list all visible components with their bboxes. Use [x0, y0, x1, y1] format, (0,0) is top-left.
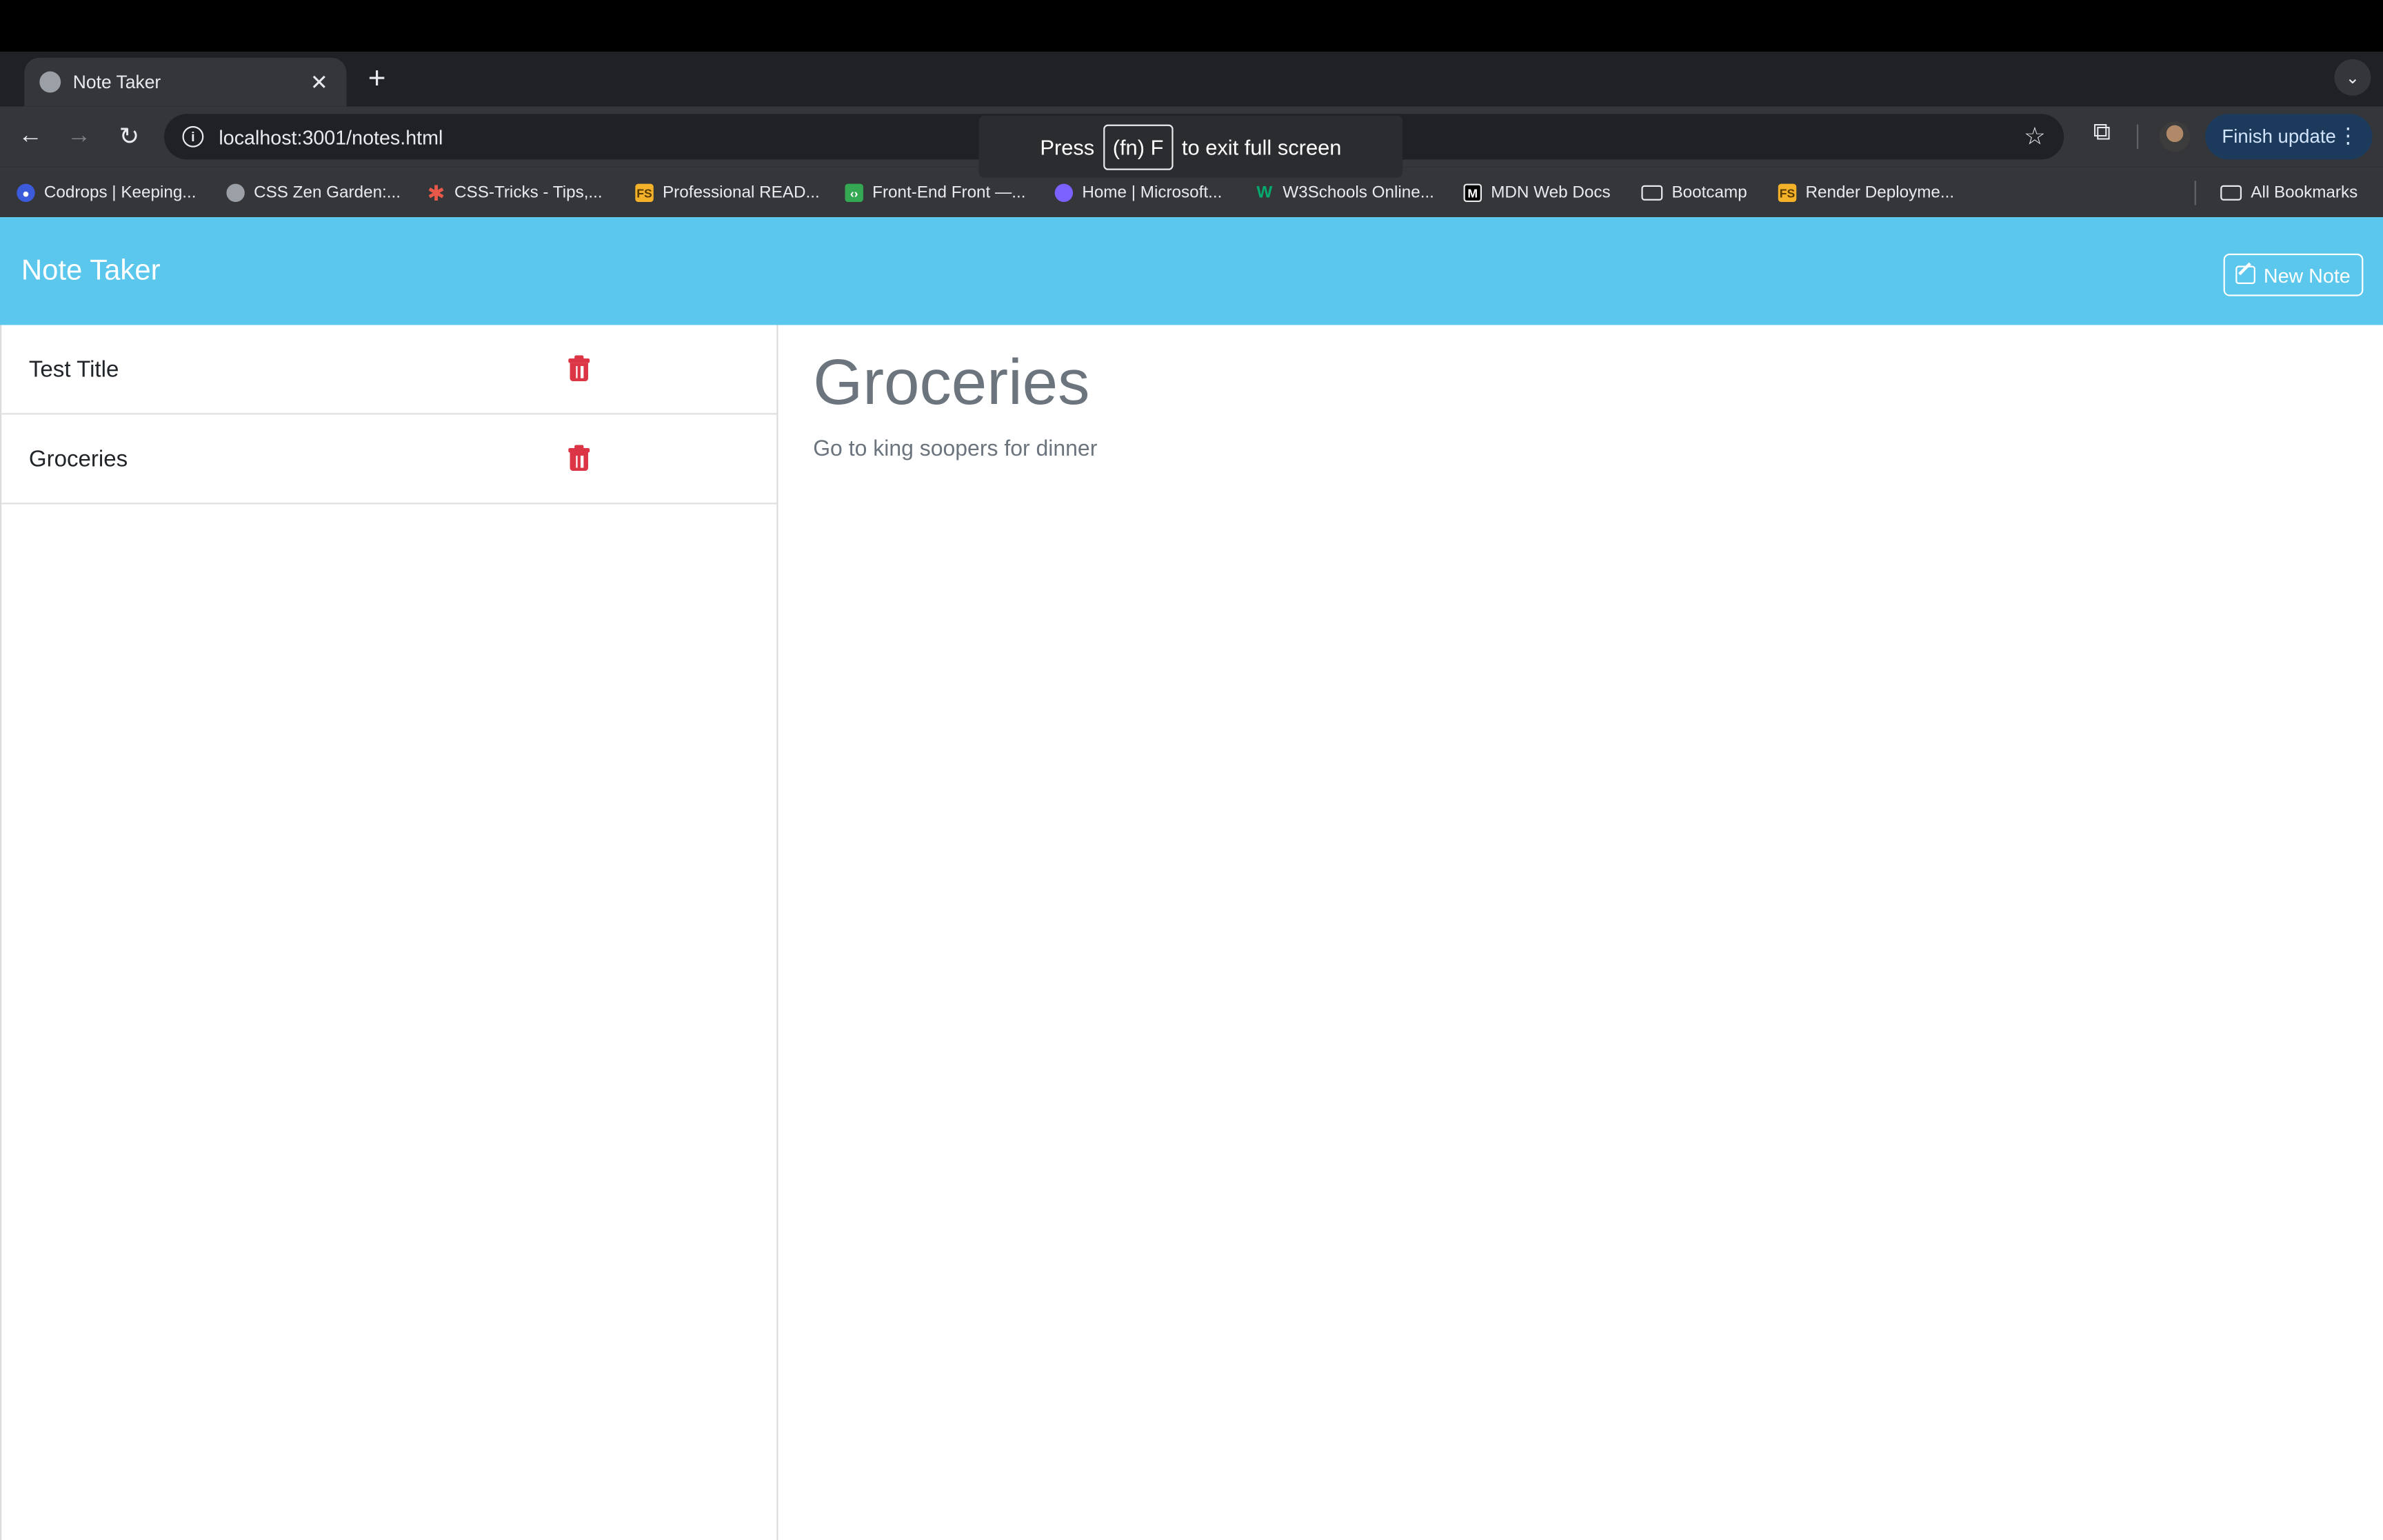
close-icon[interactable]: ✕	[307, 69, 331, 94]
bookmark-label: Codrops | Keeping...	[43, 183, 197, 203]
bookmark-label: CSS-Tricks - Tips,...	[454, 183, 603, 203]
fs-icon: FS	[635, 183, 654, 203]
bookmark-label: MDN Web Docs	[1491, 183, 1611, 203]
note-title-item: Test Title	[28, 356, 119, 383]
bookmark-label: CSS Zen Garden:...	[254, 183, 401, 203]
folder-icon	[1641, 185, 1663, 201]
tab-title: Note Taker	[72, 71, 161, 93]
toolbar-divider	[2136, 124, 2139, 149]
extensions-icon[interactable]: ⧉	[2085, 120, 2118, 148]
bookmark-label: Front-End Front —...	[872, 183, 1026, 203]
folder-icon	[2220, 185, 2242, 201]
asterisk-icon: ✱	[427, 180, 445, 205]
new-note-label: New Note	[2263, 263, 2351, 287]
tab-note-taker[interactable]: Note Taker ✕	[24, 57, 347, 107]
globe-icon	[39, 71, 61, 93]
screen: Note Taker ✕ + ⌄ ← → ↻ i localhost:3001/…	[0, 0, 2383, 1540]
all-bookmarks-button[interactable]: All Bookmarks	[2220, 181, 2357, 205]
top-black-strip	[0, 0, 2383, 52]
list-item[interactable]: Groceries	[1, 414, 777, 505]
site-info-icon[interactable]: i	[182, 125, 204, 148]
forward-button[interactable]: →	[62, 120, 95, 153]
bookmark-label: Render Deployme...	[1805, 183, 1955, 203]
bookmark-front-end-front[interactable]: ‹› Front-End Front —...	[845, 181, 1025, 205]
profile-avatar[interactable]	[2160, 121, 2191, 152]
finish-update-label: Finish update	[2222, 125, 2336, 148]
globe-icon	[226, 183, 245, 203]
bookmark-mdn[interactable]: M MDN Web Docs	[1463, 181, 1611, 205]
bookmarks-divider	[2194, 181, 2196, 205]
codrops-icon: ●	[17, 183, 35, 203]
bookmark-label: Professional READ...	[662, 183, 820, 203]
note-taker-app: Note Taker New Note Test Title Groceries	[0, 217, 2383, 1540]
bookmark-label: W3Schools Online...	[1283, 183, 1434, 203]
tab-bar: Note Taker ✕ + ⌄	[0, 51, 2383, 107]
bookmark-w3schools[interactable]: W W3Schools Online...	[1256, 181, 1434, 205]
bookmark-css-tricks[interactable]: ✱ CSS-Tricks - Tips,...	[427, 180, 603, 205]
all-bookmarks-label: All Bookmarks	[2251, 183, 2358, 203]
tab-search-button[interactable]: ⌄	[2334, 59, 2371, 96]
new-tab-button[interactable]: +	[362, 61, 392, 97]
note-title-item: Groceries	[28, 445, 128, 472]
app-brand[interactable]: Note Taker	[21, 255, 161, 288]
app-navbar: Note Taker New Note	[0, 217, 2383, 325]
note-text[interactable]: Go to king soopers for dinner	[813, 438, 1097, 462]
bookmark-microsoft[interactable]: Home | Microsoft...	[1054, 181, 1223, 205]
new-note-button[interactable]: New Note	[2223, 253, 2364, 296]
toast-key: (fn) F	[1103, 123, 1173, 170]
microsoft-icon	[1054, 183, 1074, 203]
toast-rest-text: to exit full screen	[1181, 134, 1342, 159]
note-title[interactable]: Groceries	[813, 346, 1089, 419]
bookmark-codrops[interactable]: ● Codrops | Keeping...	[17, 181, 197, 205]
bookmark-label: Bootcamp	[1671, 183, 1747, 203]
w3schools-icon: W	[1256, 183, 1273, 203]
fs-icon: FS	[1778, 183, 1797, 203]
bookmark-render-deployment[interactable]: FS Render Deployme...	[1778, 181, 1954, 205]
bookmark-label: Home | Microsoft...	[1082, 183, 1223, 203]
trash-icon[interactable]	[568, 445, 590, 471]
finish-update-button[interactable]: Finish update ⋮	[2205, 114, 2373, 160]
note-list: Test Title Groceries	[0, 325, 778, 1540]
reload-button[interactable]: ↻	[112, 120, 145, 153]
trash-icon[interactable]	[568, 355, 590, 382]
list-item[interactable]: Test Title	[1, 325, 777, 415]
bookmark-professional-readme[interactable]: FS Professional READ...	[635, 181, 820, 205]
bookmark-star-icon[interactable]: ☆	[2024, 121, 2046, 152]
bookmark-css-zen-garden[interactable]: CSS Zen Garden:...	[226, 181, 401, 205]
toast-press-text: Press	[1040, 134, 1095, 159]
frontend-icon: ‹›	[845, 183, 863, 203]
kebab-menu-icon[interactable]: ⋮	[2337, 123, 2359, 148]
fullscreen-exit-toast: Press (fn) F to exit full screen	[978, 115, 1403, 178]
mdn-icon: M	[1463, 183, 1482, 203]
back-button[interactable]: ←	[14, 120, 47, 153]
note-view: Groceries Go to king soopers for dinner	[778, 325, 2383, 1540]
bookmark-folder-bootcamp[interactable]: Bootcamp	[1641, 181, 1747, 205]
edit-icon	[2236, 265, 2256, 284]
